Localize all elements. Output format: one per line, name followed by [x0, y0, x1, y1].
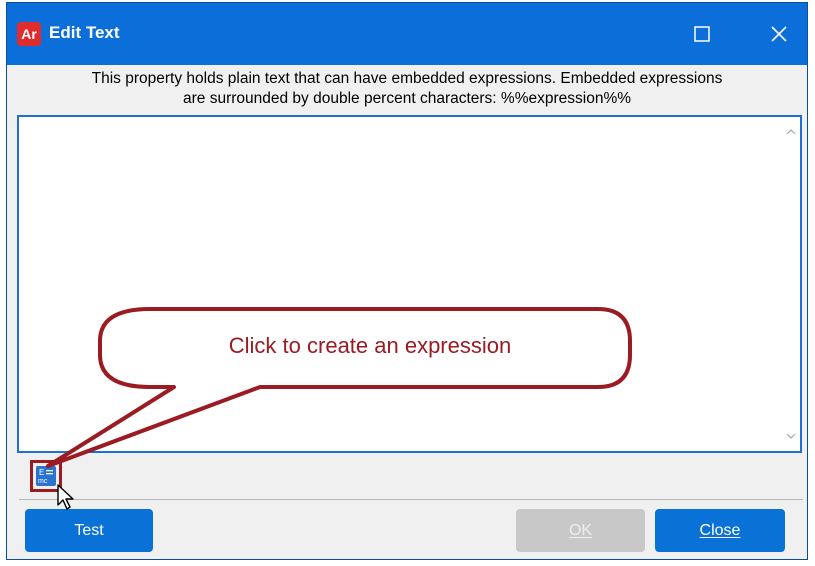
window-title: Edit Text [49, 23, 120, 42]
svg-text:mc: mc [38, 478, 48, 485]
close-button[interactable]: Close [655, 509, 785, 552]
ok-button[interactable]: OK [516, 509, 645, 552]
description-line-2: are surrounded by double percent charact… [182, 90, 632, 107]
divider [19, 499, 803, 500]
text-editor[interactable] [17, 115, 802, 453]
callout-text: Click to create an expression [228, 333, 512, 358]
description-line-1: This property holds plain text that can … [91, 70, 723, 87]
chevron-up-icon[interactable] [786, 127, 796, 137]
svg-text:E: E [39, 468, 44, 477]
expression-icon: E mc [36, 466, 56, 486]
app-icon: Ar [17, 22, 41, 46]
maximize-button[interactable] [682, 17, 722, 51]
mouse-cursor-icon [57, 484, 74, 510]
vertical-scrollbar[interactable] [782, 117, 800, 451]
close-window-button[interactable] [759, 17, 799, 51]
title-bar[interactable]: Ar Edit Text [7, 3, 807, 65]
edit-text-dialog: Ar Edit Text This property holds plain t… [6, 2, 808, 560]
chevron-down-icon[interactable] [786, 431, 796, 441]
close-icon [771, 26, 787, 42]
maximize-icon [694, 26, 710, 42]
description: This property holds plain text that can … [7, 69, 807, 109]
test-button[interactable]: Test [25, 509, 153, 552]
